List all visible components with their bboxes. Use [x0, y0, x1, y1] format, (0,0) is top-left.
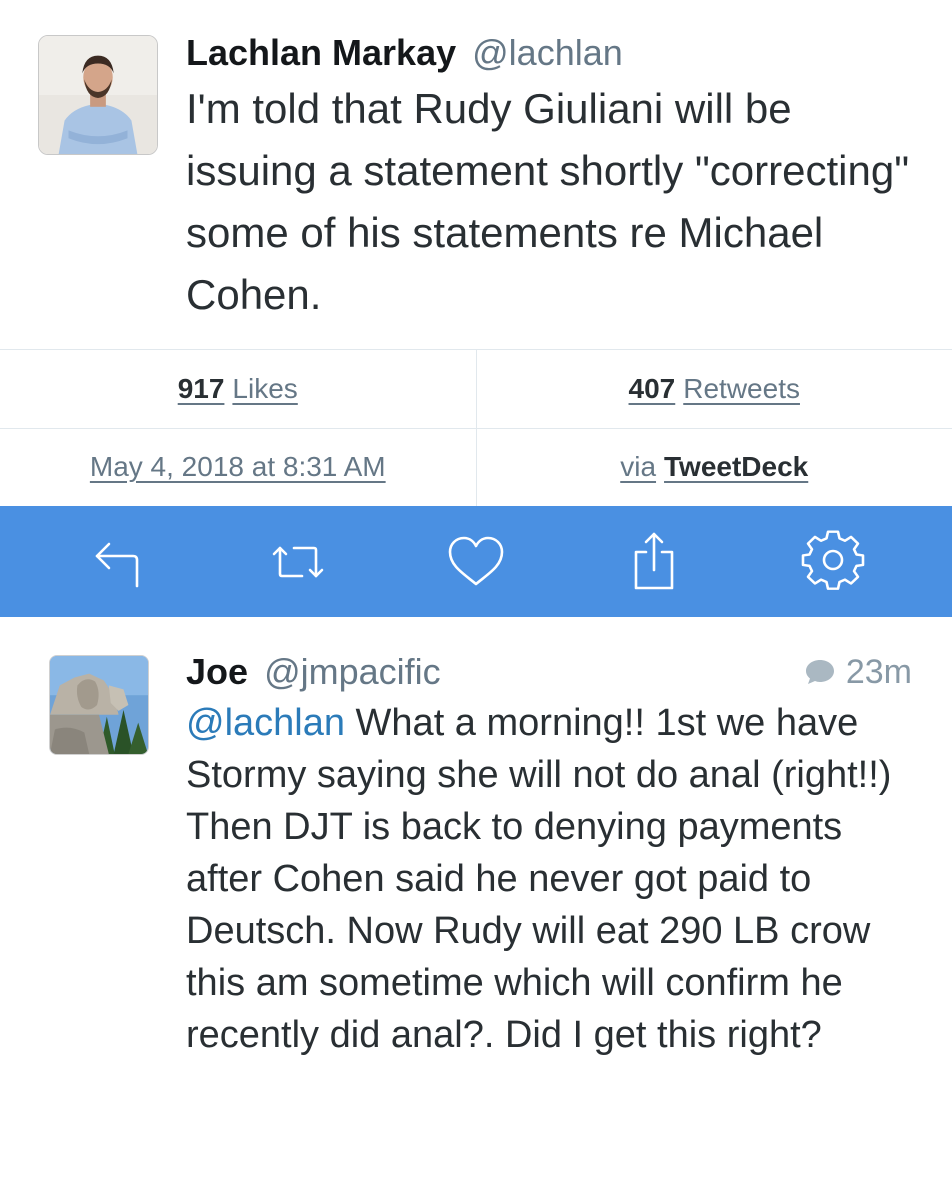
retweet-button[interactable] — [263, 527, 333, 597]
reply-author-handle[interactable]: @jmpacific — [264, 651, 441, 692]
reply-button[interactable] — [84, 527, 154, 597]
mention-link[interactable]: @lachlan — [186, 702, 345, 744]
reply-time-text: 23m — [845, 653, 912, 691]
reply-icon — [95, 542, 139, 587]
client-name: TweetDeck — [664, 451, 809, 482]
reply-avatar[interactable] — [49, 655, 149, 755]
share-icon — [635, 532, 674, 589]
share-button[interactable] — [619, 527, 689, 597]
reply-body: What a morning!! 1st we have Stormy sayi… — [186, 702, 892, 1056]
stats-row-meta: May 4, 2018 at 8:31 AM via TweetDeck — [0, 428, 952, 506]
like-icon — [448, 536, 504, 585]
likes-count: 917 — [177, 373, 225, 404]
reply-text: @lachlan What a morning!! 1st we have St… — [186, 697, 916, 1061]
client-link[interactable]: via TweetDeck — [477, 428, 952, 506]
retweet-icon — [272, 546, 323, 577]
likes-label: Likes — [232, 373, 298, 404]
author-handle[interactable]: @lachlan — [472, 32, 623, 73]
reply-header: Joe @jmpacific — [186, 649, 441, 695]
comment-bubble-icon — [805, 660, 834, 684]
tweet-header: Lachlan Markay @lachlan — [186, 30, 623, 76]
tweet-stats: 917 Likes 407 Retweets May 4, 2018 at 8:… — [0, 349, 952, 506]
reply-tweet[interactable]: Joe @jmpacific 23m @lachlan What a morni… — [0, 617, 952, 1200]
author-name[interactable]: Lachlan Markay — [186, 32, 456, 73]
tweet-text: I'm told that Rudy Giuliani will be issu… — [186, 85, 910, 318]
retweets-count: 407 — [628, 373, 676, 404]
retweets-link[interactable]: 407 Retweets — [477, 350, 952, 428]
like-button[interactable] — [441, 527, 511, 597]
timestamp-link[interactable]: May 4, 2018 at 8:31 AM — [0, 428, 477, 506]
reply-timestamp: 23m — [804, 649, 912, 695]
main-tweet: Lachlan Markay @lachlan I'm told that Ru… — [0, 0, 952, 350]
settings-button[interactable] — [798, 527, 868, 597]
settings-icon — [801, 529, 865, 590]
timestamp: May 4, 2018 at 8:31 AM — [89, 451, 386, 482]
reply-author-name[interactable]: Joe — [186, 651, 248, 692]
via-label: via — [620, 451, 657, 482]
likes-link[interactable]: 917 Likes — [0, 350, 477, 428]
retweets-label: Retweets — [683, 373, 800, 404]
stats-row-counts: 917 Likes 407 Retweets — [0, 350, 952, 429]
avatar[interactable] — [38, 35, 158, 155]
action-toolbar — [0, 506, 952, 617]
